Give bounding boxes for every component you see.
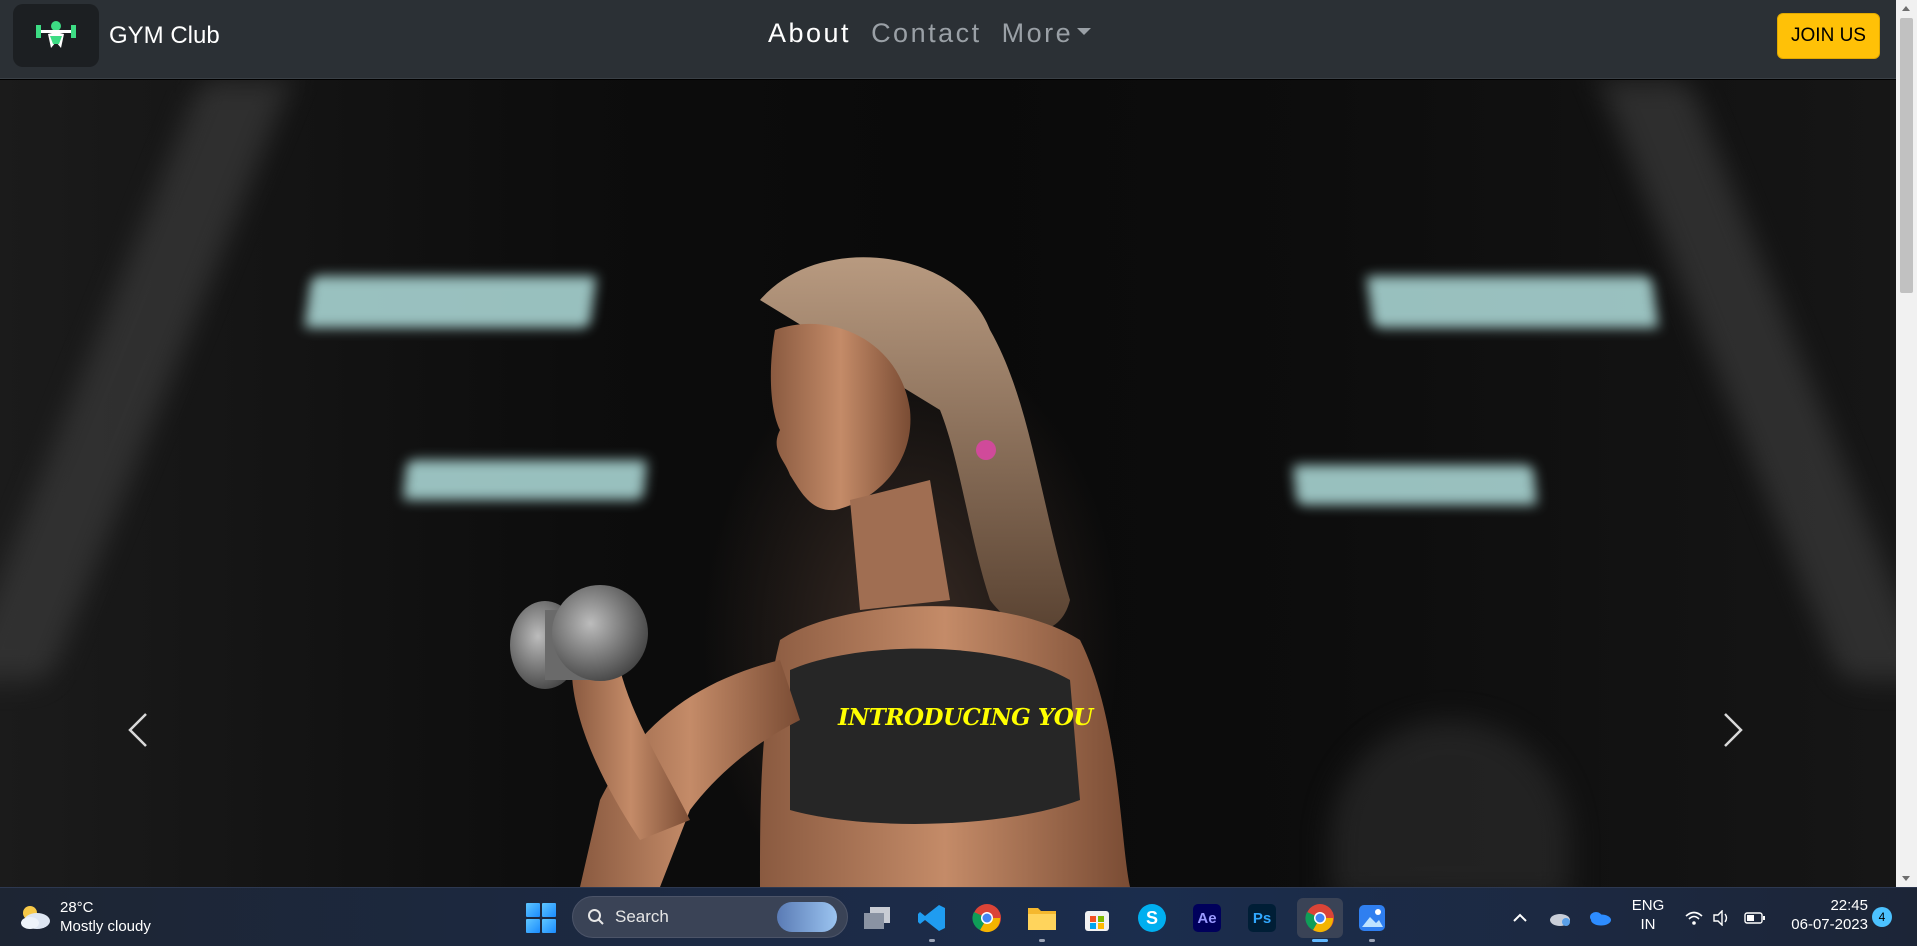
task-view-icon[interactable] <box>857 898 897 938</box>
battery-icon[interactable] <box>1744 911 1766 925</box>
vscode-icon[interactable] <box>912 898 952 942</box>
carousel-next-button[interactable] <box>1703 680 1763 780</box>
onedrive-icon[interactable] <box>1588 910 1612 926</box>
weather-widget[interactable]: 28°C Mostly cloudy <box>18 898 151 936</box>
caret-down-icon <box>1077 28 1092 36</box>
hero-carousel: INTRODUCING YOU <box>0 80 1896 887</box>
taskbar-search[interactable]: Search <box>572 896 848 938</box>
chevron-left-icon <box>128 713 147 747</box>
nav-links: About Contact More <box>768 18 1092 49</box>
nav-link-contact[interactable]: Contact <box>871 18 982 49</box>
nav-link-about[interactable]: About <box>768 18 851 49</box>
app-root: GYM Club About Contact More JOIN US INTR… <box>0 0 1917 946</box>
windows-start-icon[interactable] <box>526 903 556 933</box>
volume-icon[interactable] <box>1712 910 1732 926</box>
after-effects-icon[interactable]: Ae <box>1187 898 1227 938</box>
photoshop-icon[interactable]: Ps <box>1242 898 1282 938</box>
search-highlight-icon <box>777 902 837 932</box>
weather-text: 28°C Mostly cloudy <box>60 898 151 936</box>
nav-dropdown-more[interactable]: More <box>1002 18 1092 49</box>
scroll-thumb[interactable] <box>1900 18 1913 293</box>
join-us-button[interactable]: JOIN US <box>1777 13 1880 59</box>
search-label: Search <box>615 907 669 926</box>
language-line1: ENG <box>1631 897 1665 914</box>
file-explorer-icon[interactable] <box>1022 898 1062 942</box>
weather-temp: 28°C <box>60 899 94 916</box>
clock-date: 06-07-2023 <box>1791 916 1868 933</box>
notification-badge[interactable]: 4 <box>1872 907 1892 927</box>
page-scrollbar[interactable] <box>1896 0 1917 887</box>
chrome-icon[interactable] <box>967 898 1007 938</box>
chrome-active-icon[interactable] <box>1297 898 1343 942</box>
microsoft-store-icon[interactable] <box>1077 898 1117 938</box>
scroll-down-icon[interactable] <box>1902 876 1910 881</box>
nav-link-more-label: More <box>1001 18 1074 48</box>
scroll-up-icon[interactable] <box>1902 6 1910 11</box>
carousel-prev-button[interactable] <box>108 680 168 780</box>
after-effects-label: Ae <box>1193 904 1221 932</box>
brand[interactable]: GYM Club <box>13 4 220 67</box>
athlete-figure <box>510 257 1130 887</box>
chevron-right-icon <box>1724 713 1743 747</box>
taskbar: 28°C Mostly cloudy Search S Ae Ps ENG IN… <box>0 887 1917 946</box>
weather-condition: Mostly cloudy <box>60 918 151 935</box>
brand-logo[interactable] <box>13 4 99 67</box>
navbar: GYM Club About Contact More JOIN US <box>0 0 1896 79</box>
cloud-sync-icon[interactable] <box>1548 909 1572 927</box>
wifi-icon[interactable] <box>1684 910 1704 926</box>
brand-name[interactable]: GYM Club <box>109 22 220 50</box>
skype-icon[interactable]: S <box>1132 898 1172 938</box>
language-indicator[interactable]: ENG IN <box>1630 896 1666 934</box>
language-line2: IN <box>1640 916 1656 933</box>
carousel-caption: INTRODUCING YOU <box>838 704 1093 731</box>
dumbbell-lifter-icon <box>36 20 76 48</box>
photoshop-label: Ps <box>1248 904 1276 932</box>
photos-icon[interactable] <box>1352 898 1392 942</box>
cloudy-icon <box>21 906 50 929</box>
search-icon <box>588 909 604 925</box>
clock[interactable]: 22:45 06-07-2023 <box>1782 896 1868 934</box>
skype-label: S <box>1138 904 1166 932</box>
clock-time: 22:45 <box>1830 897 1868 914</box>
chevron-up-icon[interactable] <box>1512 910 1528 926</box>
hero-image <box>0 80 1896 887</box>
